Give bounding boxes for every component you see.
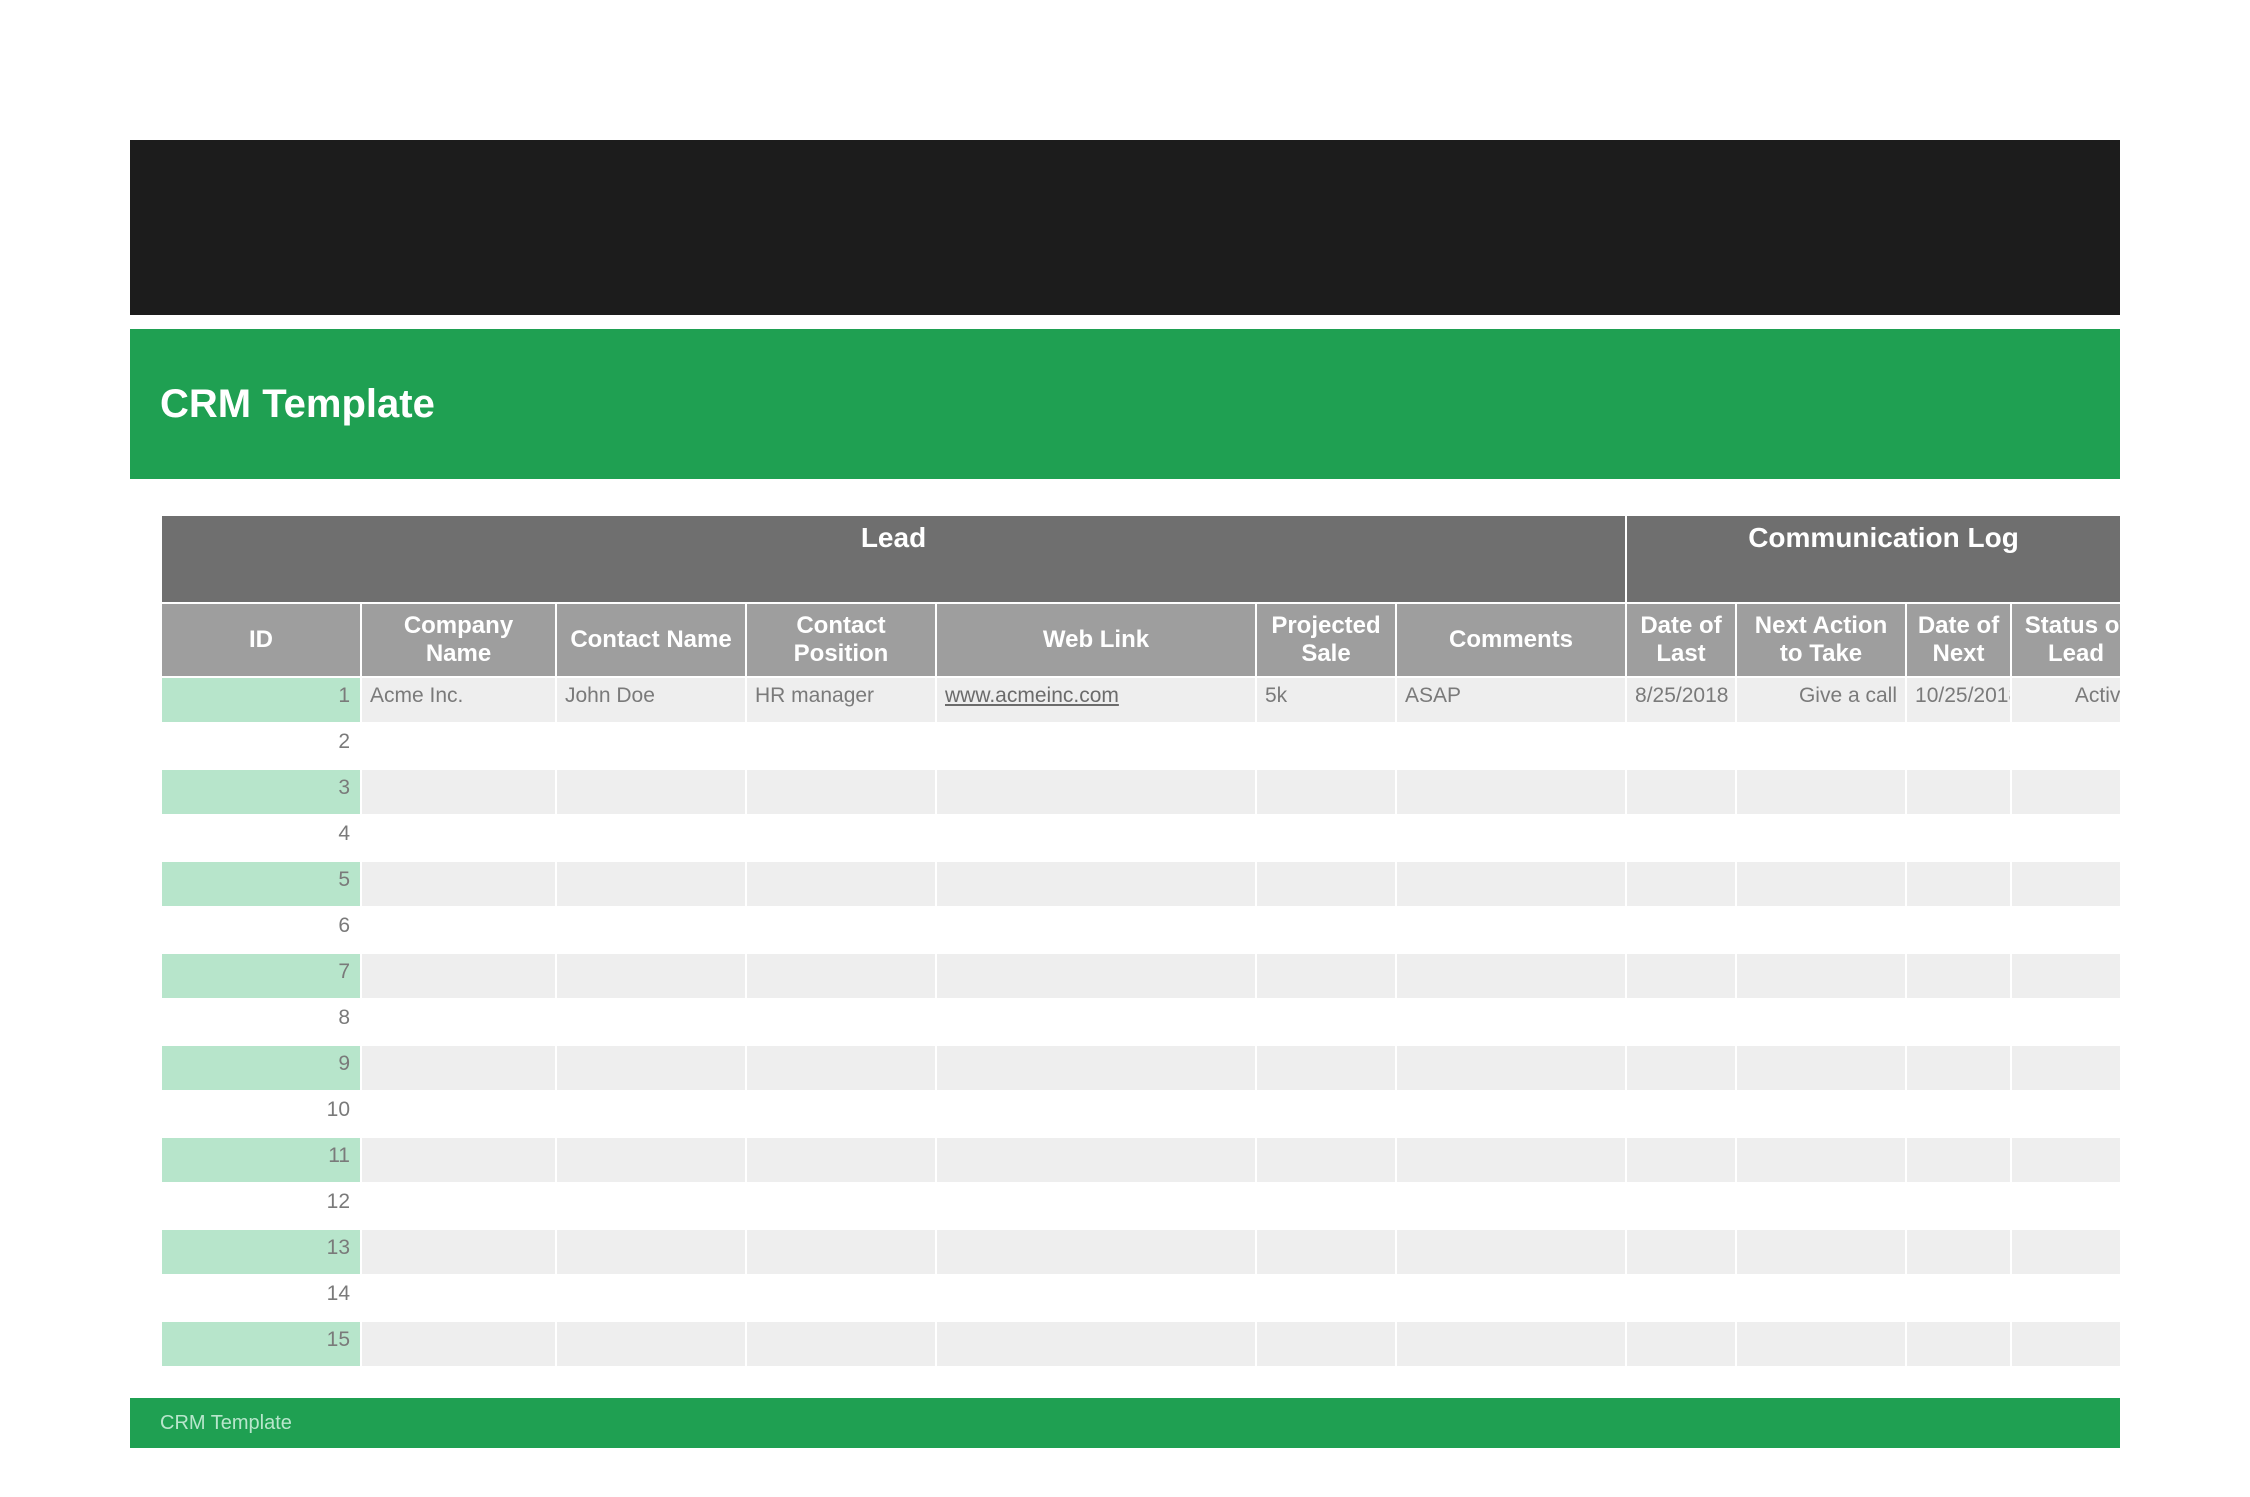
cell-id[interactable]: 9 [161, 1045, 361, 1091]
header-gap [130, 315, 2120, 329]
table-row[interactable]: 5 [161, 861, 2120, 907]
section-commlog: Communication Log [1626, 515, 2120, 603]
table-row[interactable]: 10 [161, 1091, 2120, 1137]
cell-next-action[interactable]: Give a call [1736, 677, 1906, 723]
footer-text: CRM Template [160, 1412, 292, 1435]
col-projected-sale[interactable]: Projected Sale [1256, 603, 1396, 677]
table-row[interactable]: 12 [161, 1183, 2120, 1229]
col-comments[interactable]: Comments [1396, 603, 1626, 677]
cell-id[interactable]: 8 [161, 999, 361, 1045]
col-company[interactable]: Company Name [361, 603, 556, 677]
cell-id[interactable]: 7 [161, 953, 361, 999]
table-row[interactable]: 3 [161, 769, 2120, 815]
table-row[interactable]: 7 [161, 953, 2120, 999]
table-row[interactable]: 13 [161, 1229, 2120, 1275]
table-row[interactable]: 8 [161, 999, 2120, 1045]
web-link[interactable]: www.acmeinc.com [945, 684, 1119, 707]
cell-id[interactable]: 3 [161, 769, 361, 815]
table-row[interactable]: 11 [161, 1137, 2120, 1183]
cell-projected-sale[interactable]: 5k [1256, 677, 1396, 723]
cell-id[interactable]: 14 [161, 1275, 361, 1321]
cell-id[interactable]: 6 [161, 907, 361, 953]
header-black-band [130, 140, 2120, 315]
col-status[interactable]: Status of Lead [2011, 603, 2120, 677]
footer-band: CRM Template [130, 1398, 2120, 1448]
cell-status[interactable]: Active [2011, 677, 2120, 723]
col-date-last[interactable]: Date of Last [1626, 603, 1736, 677]
title-band: CRM Template [130, 329, 2120, 479]
cell-contact-position[interactable]: HR manager [746, 677, 936, 723]
cell-company[interactable]: Acme Inc. [361, 677, 556, 723]
table-row[interactable]: 9 [161, 1045, 2120, 1091]
cell-id[interactable]: 13 [161, 1229, 361, 1275]
cell-contact-name[interactable]: John Doe [556, 677, 746, 723]
cell-id[interactable]: 12 [161, 1183, 361, 1229]
section-lead: Lead [161, 515, 1626, 603]
cell-id[interactable]: 5 [161, 861, 361, 907]
table-row[interactable]: 1 Acme Inc. John Doe HR manager www.acme… [161, 677, 2120, 723]
cell-comments[interactable]: ASAP [1396, 677, 1626, 723]
table-row[interactable]: 4 [161, 815, 2120, 861]
cell-date-next[interactable]: 10/25/2018 [1906, 677, 2011, 723]
table-row[interactable]: 6 [161, 907, 2120, 953]
crm-table-wrap: Lead Communication Log ID Company Name C… [160, 514, 2120, 1368]
col-date-next[interactable]: Date of Next [1906, 603, 2011, 677]
cell-date-last[interactable]: 8/25/2018 [1626, 677, 1736, 723]
cell-id[interactable]: 10 [161, 1091, 361, 1137]
cell-id[interactable]: 2 [161, 723, 361, 769]
cell-id[interactable]: 1 [161, 677, 361, 723]
col-id[interactable]: ID [161, 603, 361, 677]
page-title: CRM Template [160, 382, 435, 427]
col-web-link[interactable]: Web Link [936, 603, 1256, 677]
col-contact-position[interactable]: Contact Position [746, 603, 936, 677]
col-next-action[interactable]: Next Action to Take [1736, 603, 1906, 677]
cell-id[interactable]: 11 [161, 1137, 361, 1183]
cell-id[interactable]: 4 [161, 815, 361, 861]
cell-id[interactable]: 15 [161, 1321, 361, 1367]
crm-table: Lead Communication Log ID Company Name C… [160, 514, 2120, 1368]
cell-web-link[interactable]: www.acmeinc.com [936, 677, 1256, 723]
col-contact-name[interactable]: Contact Name [556, 603, 746, 677]
table-row[interactable]: 14 [161, 1275, 2120, 1321]
table-row[interactable]: 2 [161, 723, 2120, 769]
table-row[interactable]: 15 [161, 1321, 2120, 1367]
